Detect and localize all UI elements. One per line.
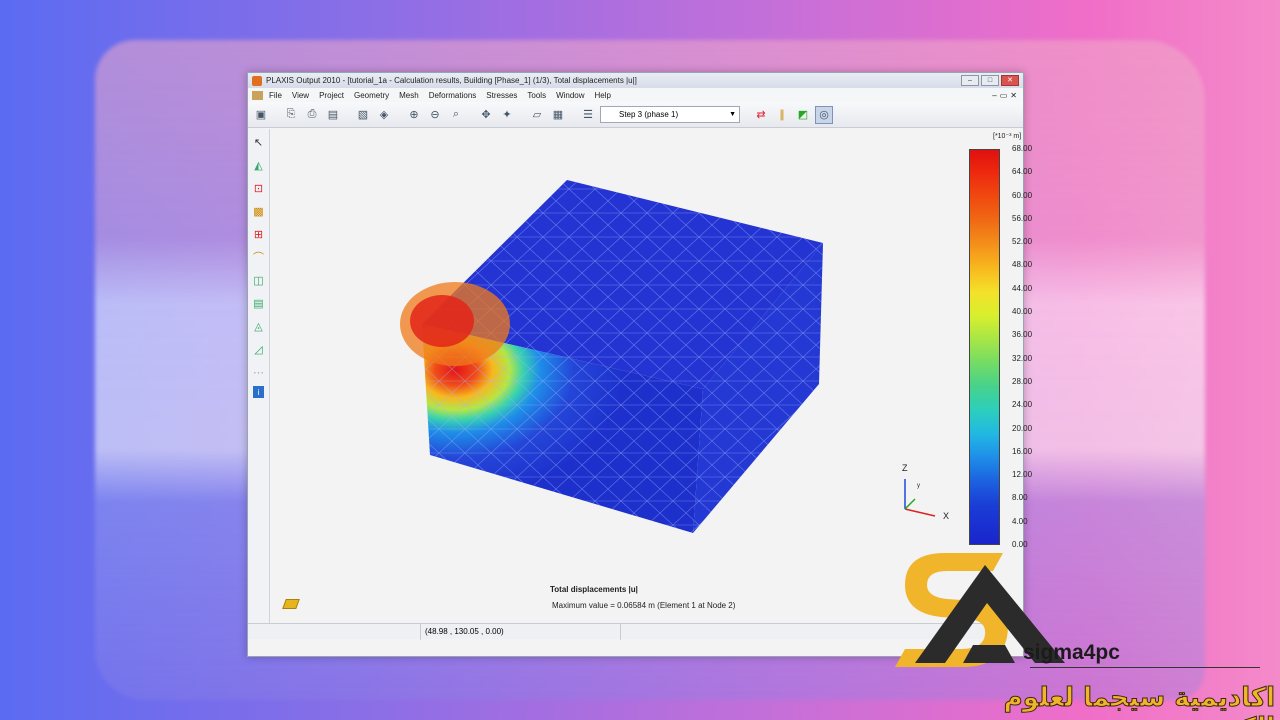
axis-z-label: Z [902, 463, 908, 473]
status-cell-empty [248, 623, 421, 640]
menu-geometry[interactable]: Geometry [354, 91, 389, 100]
legend-label: 60.00 [1012, 190, 1033, 200]
close-button[interactable]: ✕ [1001, 75, 1019, 86]
legend-label: 40.00 [1012, 307, 1033, 317]
menu-tools[interactable]: Tools [527, 91, 546, 100]
title-bar: PLAXIS Output 2010 - [tutorial_1a - Calc… [248, 73, 1023, 88]
drag-points-icon[interactable]: ▩ [250, 202, 267, 220]
menu-bar: File View Project Geometry Mesh Deformat… [248, 88, 1023, 102]
animation-icon[interactable]: ◈ [375, 106, 393, 124]
legend-label: 12.00 [1012, 470, 1033, 480]
legend-label: 4.00 [1012, 516, 1028, 526]
axes-indicator: Z X y [895, 459, 955, 529]
zoom-out-icon[interactable]: ⊖ [426, 106, 444, 124]
status-coordinates: (48.98 , 130.05 , 0.00) [421, 623, 621, 640]
legend-label: 20.00 [1012, 423, 1033, 433]
steps-icon[interactable]: ☰ [579, 106, 597, 124]
window-title: PLAXIS Output 2010 - [tutorial_1a - Calc… [266, 76, 637, 85]
minimize-button[interactable]: – [961, 75, 979, 86]
menu-file[interactable]: File [269, 91, 282, 100]
info-title: Total displacements |u| [550, 585, 638, 594]
model-canvas[interactable]: [*10⁻³ m] 68.00 64.00 60.00 56.00 52.00 48.00… [270, 129, 1032, 569]
legend-unit: [*10⁻³ m] [993, 133, 1022, 140]
menu-view[interactable]: View [292, 91, 309, 100]
legend-label: 52.00 [1012, 237, 1033, 247]
shadings-icon[interactable]: ◩ [794, 106, 812, 124]
menu-mesh[interactable]: Mesh [399, 91, 419, 100]
legend-label: 28.00 [1012, 376, 1033, 386]
menu-deformations[interactable]: Deformations [429, 91, 477, 100]
legend-label: 24.00 [1012, 400, 1033, 410]
legend-label: 68.00 [1012, 144, 1033, 153]
rotate-icon[interactable]: ✦ [498, 106, 516, 124]
arrows-icon[interactable]: ⇄ [752, 106, 770, 124]
open-project-icon[interactable]: ▣ [252, 106, 270, 124]
select-pointer-icon[interactable]: ↖ [250, 133, 267, 151]
legend-color-bar [969, 149, 1000, 545]
legend-label: 36.00 [1012, 330, 1033, 340]
step-select[interactable]: Step 3 (phase 1) ▼ [600, 106, 740, 123]
rotate-view-icon[interactable]: ◭ [250, 156, 267, 174]
legend-label: 64.00 [1012, 167, 1033, 177]
iso-surfaces-icon[interactable]: ◎ [815, 105, 833, 124]
legend-label: 48.00 [1012, 260, 1033, 270]
menu-project[interactable]: Project [319, 91, 344, 100]
select-points-icon[interactable]: ⊡ [250, 179, 267, 197]
legend-label: 16.00 [1012, 446, 1033, 456]
mdi-restore-button[interactable]: ▭ [1000, 91, 1008, 100]
chevron-down-icon: ▼ [729, 111, 736, 118]
print-icon[interactable]: ⎙ [303, 106, 321, 124]
app-icon [252, 75, 262, 86]
logo-divider [1030, 667, 1260, 668]
mdi-minimize-button[interactable]: – [992, 91, 996, 100]
axis-x-label: X [943, 511, 950, 521]
separator-icon: ⋯ [253, 366, 264, 379]
legend-label: 32.00 [1012, 353, 1033, 363]
info-icon[interactable]: i [253, 386, 264, 398]
toolbar: ▣ ⎘ ⎙ ▤ ▧ ◈ ⊕ ⊖ ⌕ ✥ ✦ ▱ ▦ ☰ Step 3 (phas… [248, 102, 1023, 128]
axis-y-label: y [917, 483, 920, 489]
max-value-text: Maximum value = 0.06584 m (Element 1 at … [552, 601, 736, 610]
legend-label: 56.00 [1012, 213, 1033, 223]
menu-help[interactable]: Help [595, 91, 611, 100]
contours-icon[interactable]: ∥ [773, 106, 791, 124]
table-icon[interactable]: ▦ [549, 106, 567, 124]
move-icon[interactable]: ✥ [477, 106, 495, 124]
maximize-button[interactable]: □ [981, 75, 999, 86]
zoom-in-icon[interactable]: ⊕ [405, 106, 423, 124]
select-area-icon[interactable]: ⊞ [250, 225, 267, 243]
mdi-close-button[interactable]: ✕ [1010, 91, 1017, 100]
left-toolbar: ↖ ◭ ⊡ ▩ ⊞ ⌒ ◫ ▤ ◬ ◿ ⋯ i [248, 129, 270, 639]
menu-stresses[interactable]: Stresses [486, 91, 517, 100]
cross-section-icon[interactable]: ◫ [250, 271, 267, 289]
logo-brand-text: sigma4pc [1023, 641, 1120, 664]
report-icon[interactable]: ▤ [324, 106, 342, 124]
chart-icon[interactable]: ▱ [528, 106, 546, 124]
section-icon[interactable]: ◿ [250, 340, 267, 358]
logo-arabic-text: اكاديمية سيجما لعلوم الكمبيوتر [1003, 683, 1275, 720]
legend-label: 8.00 [1012, 493, 1028, 503]
copy-icon[interactable]: ⎘ [282, 106, 300, 124]
curve-icon[interactable]: ⌒ [250, 248, 267, 266]
image-icon[interactable]: ▧ [354, 106, 372, 124]
menu-window[interactable]: Window [556, 91, 584, 100]
legend-label: 44.00 [1012, 283, 1033, 293]
horizontal-section-icon[interactable]: ▤ [250, 294, 267, 312]
vertical-section-icon[interactable]: ◬ [250, 317, 267, 335]
step-select-value: Step 3 (phase 1) [619, 110, 679, 119]
mesh-block [400, 180, 823, 533]
zoom-window-icon[interactable]: ⌕ [447, 106, 465, 124]
legend-icon[interactable] [282, 599, 300, 609]
document-icon [252, 90, 263, 100]
